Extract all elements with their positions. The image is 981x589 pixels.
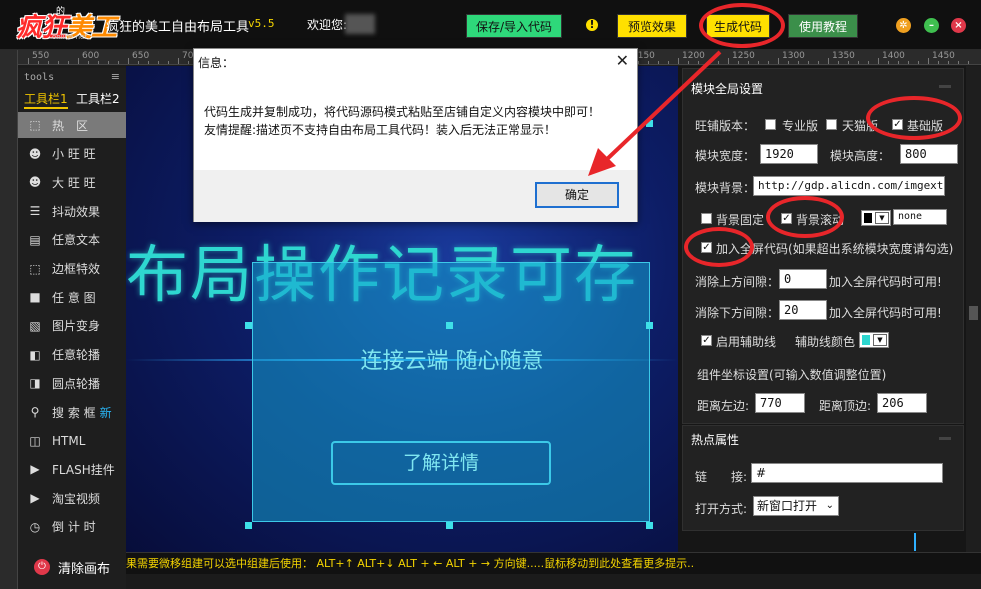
annotation-arrow: [588, 50, 722, 176]
